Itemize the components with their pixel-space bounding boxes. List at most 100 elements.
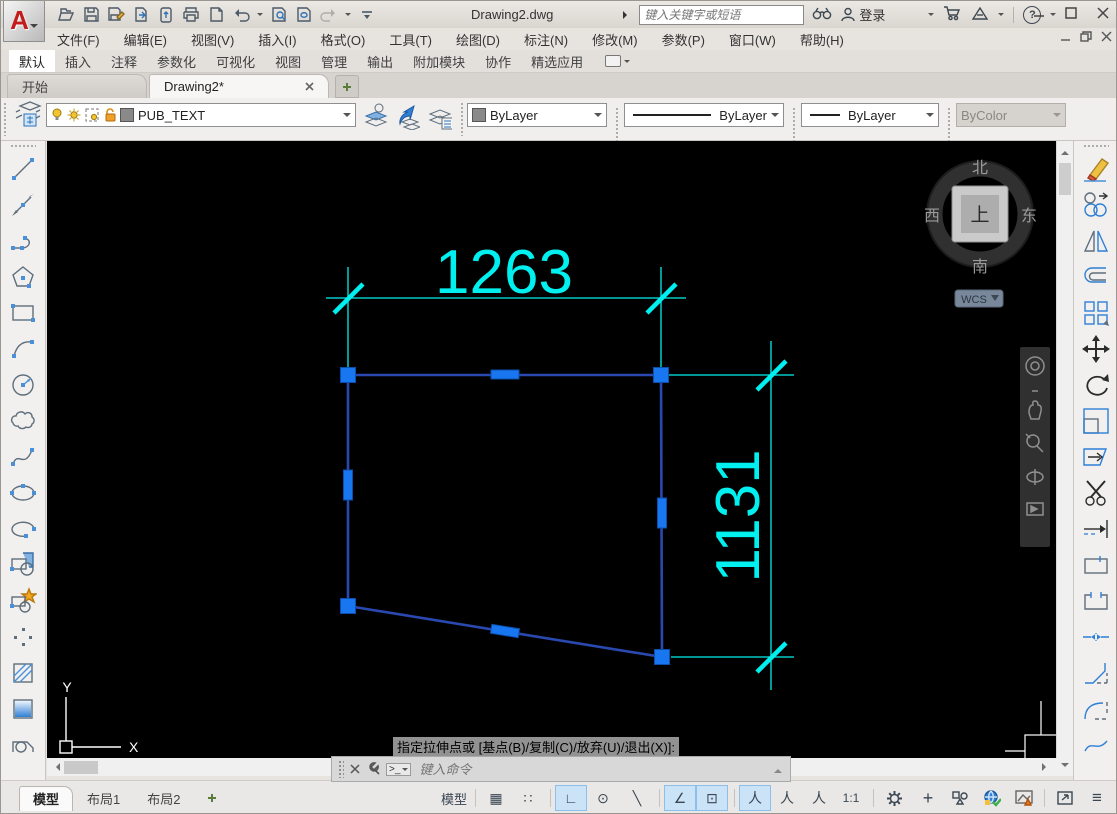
menu-file[interactable]: 文件(F) <box>57 30 100 49</box>
app-store-cart-icon[interactable] <box>943 5 962 24</box>
viewcube-west[interactable]: 西 <box>924 208 940 225</box>
ribbon-tab-manage[interactable]: 管理 <box>311 50 357 72</box>
customization-menu-icon[interactable]: ≡ <box>1082 786 1112 810</box>
sign-in[interactable]: 登录 <box>841 5 885 24</box>
command-line-palette[interactable]: >_ <box>331 756 791 782</box>
application-menu-button[interactable]: A <box>3 0 45 42</box>
multiple-points-tool[interactable] <box>5 619 41 655</box>
open-icon[interactable] <box>57 6 75 24</box>
redo-icon[interactable] <box>320 6 338 24</box>
annotation-visibility-icon[interactable]: 人 <box>740 786 770 810</box>
ribbon-tab-view[interactable]: 视图 <box>265 50 311 72</box>
connect-dropdown-icon[interactable] <box>998 13 1004 19</box>
viewcube-south[interactable]: 南 <box>972 258 988 276</box>
array-tool[interactable] <box>1078 295 1114 331</box>
ribbon-tab-home[interactable]: 默认 <box>9 50 55 72</box>
plus-icon[interactable]: + <box>913 786 943 810</box>
undo-dropdown-icon[interactable] <box>257 13 263 19</box>
save-as-icon[interactable] <box>107 6 125 24</box>
doc-minimize-button[interactable] <box>1060 30 1071 45</box>
trim-tool[interactable] <box>1078 475 1114 511</box>
move-tool[interactable] <box>1078 331 1114 367</box>
file-tab-drawing2[interactable]: Drawing2* <box>149 74 329 98</box>
menu-help[interactable]: 帮助(H) <box>800 30 844 49</box>
chamfer-tool[interactable] <box>1078 655 1114 691</box>
scrollbar-corner[interactable] <box>1056 758 1073 776</box>
new-sheet-icon[interactable] <box>207 6 225 24</box>
linetype-combo[interactable]: ByLayer <box>624 103 784 127</box>
ucs-icon[interactable] <box>60 697 121 753</box>
file-tab-close-icon[interactable] <box>305 79 314 94</box>
command-history-expand-icon[interactable] <box>774 765 782 773</box>
mirror-tool[interactable] <box>1078 223 1114 259</box>
horizontal-scroll-thumb[interactable] <box>64 761 98 774</box>
scroll-left-icon[interactable] <box>52 763 60 771</box>
construction-line-tool[interactable] <box>5 187 41 223</box>
sign-in-dropdown-icon[interactable] <box>928 13 934 19</box>
revision-cloud-tool[interactable] <box>5 403 41 439</box>
vertical-scrollbar[interactable] <box>1056 141 1073 758</box>
dim-text-vertical[interactable]: 1131 <box>704 449 773 582</box>
toolbar-overflow-arrow[interactable] <box>623 11 631 19</box>
menu-view[interactable]: 视图(V) <box>191 30 234 49</box>
share-sheet-icon[interactable] <box>295 6 313 24</box>
scale-tool[interactable] <box>1078 403 1114 439</box>
minimize-button[interactable] <box>1030 4 1048 22</box>
save-icon[interactable] <box>82 6 100 24</box>
circle-tool[interactable] <box>5 367 41 403</box>
scroll-right-icon[interactable] <box>1042 763 1050 771</box>
layer-combo[interactable]: PUB_TEXT <box>46 103 356 127</box>
insert-block-tool[interactable] <box>5 547 41 583</box>
command-input[interactable] <box>417 761 768 778</box>
dim-text-horizontal[interactable]: 1263 <box>435 238 573 307</box>
polar-tracking-icon[interactable]: ⊙ <box>588 786 618 810</box>
gradient-tool[interactable] <box>5 691 41 727</box>
file-tab-start[interactable]: 开始 <box>7 74 147 98</box>
model-space-toggle[interactable]: 模型 <box>438 786 470 810</box>
ribbon-tab-addins[interactable]: 附加模块 <box>403 50 475 72</box>
lineweight-combo[interactable]: ByLayer <box>801 103 939 127</box>
workspace-switching-icon[interactable] <box>879 786 909 810</box>
menu-edit[interactable]: 编辑(E) <box>124 30 167 49</box>
viewcube-top-face[interactable]: 上 <box>970 204 989 226</box>
break-tool[interactable] <box>1078 583 1114 619</box>
vertical-scroll-thumb[interactable] <box>1059 163 1071 195</box>
layer-properties-icon[interactable] <box>12 100 42 135</box>
menu-draw[interactable]: 绘图(D) <box>456 30 500 49</box>
preview-icon[interactable] <box>270 6 288 24</box>
layout-tab-layout1[interactable]: 布局1 <box>74 786 133 810</box>
object-snap-tracking-icon[interactable]: ∠ <box>665 786 695 810</box>
recent-commands-button[interactable]: >_ <box>386 763 411 776</box>
new-drawing-tab-button[interactable] <box>335 75 359 98</box>
object-snap-icon[interactable]: ⊡ <box>697 786 727 810</box>
copy-tool[interactable] <box>1078 187 1114 223</box>
ribbon-tab-featured-apps[interactable]: 精选应用 <box>521 50 593 72</box>
ribbon-tab-parametric[interactable]: 参数化 <box>147 50 206 72</box>
ribbon-tab-insert[interactable]: 插入 <box>55 50 101 72</box>
plot-icon[interactable] <box>182 6 200 24</box>
customize-wrench-icon[interactable] <box>366 761 380 778</box>
toolbar-grip[interactable] <box>460 102 465 136</box>
layer-previous-icon[interactable] <box>394 103 420 129</box>
line-tool[interactable] <box>5 151 41 187</box>
palette-grip[interactable] <box>338 760 344 778</box>
menu-insert[interactable]: 插入(I) <box>258 30 296 49</box>
fillet-tool[interactable] <box>1078 691 1114 727</box>
menu-format[interactable]: 格式(O) <box>321 30 366 49</box>
close-button[interactable] <box>1094 4 1112 22</box>
customize-qat-icon[interactable] <box>358 6 376 24</box>
isometric-drafting-icon[interactable]: ╲ <box>622 786 652 810</box>
polygon-tool[interactable] <box>5 259 41 295</box>
rectangle-tool[interactable] <box>5 295 41 331</box>
spline-tool[interactable] <box>5 439 41 475</box>
elliptical-arc-tool[interactable] <box>5 511 41 547</box>
export-icon[interactable] <box>132 6 150 24</box>
break-at-point-tool[interactable] <box>1078 547 1114 583</box>
erase-tool[interactable] <box>1078 151 1114 187</box>
doc-restore-button[interactable] <box>1080 30 1092 45</box>
menu-window[interactable]: 窗口(W) <box>729 30 776 49</box>
viewcube-east[interactable]: 东 <box>1021 207 1037 225</box>
polyline-tool[interactable] <box>5 223 41 259</box>
annotation-autoscale-icon[interactable]: 人 <box>772 786 802 810</box>
menu-parametric[interactable]: 参数(P) <box>662 30 705 49</box>
